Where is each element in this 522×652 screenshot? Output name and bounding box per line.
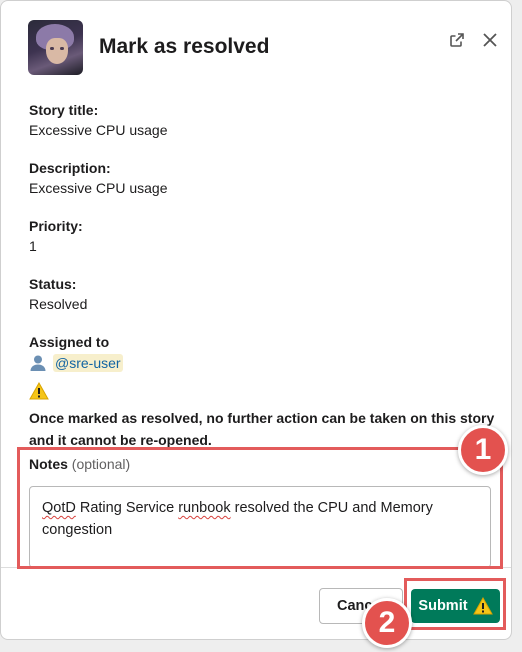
- field-label: Description:: [29, 160, 111, 176]
- story-title-field: Story title: Excessive CPU usage: [29, 101, 491, 140]
- field-value: Excessive CPU usage: [29, 180, 168, 196]
- field-value: Excessive CPU usage: [29, 122, 168, 138]
- app-avatar: [28, 20, 83, 75]
- field-label: Assigned to: [29, 334, 110, 350]
- field-label: Story title:: [29, 102, 99, 118]
- description-field: Description: Excessive CPU usage: [29, 159, 491, 198]
- step-badge-2: 2: [362, 598, 412, 648]
- warning-icon: [29, 381, 49, 400]
- modal-body: Story title: Excessive CPU usage Descrip…: [29, 101, 494, 451]
- field-label: Priority:: [29, 218, 83, 234]
- notes-highlight-box: [17, 447, 503, 569]
- modal-title: Mark as resolved: [99, 35, 270, 58]
- user-icon: [30, 355, 46, 371]
- field-label: Status:: [29, 276, 77, 292]
- open-in-new-icon[interactable]: [447, 30, 467, 50]
- field-value: 1: [29, 238, 37, 254]
- priority-field: Priority: 1: [29, 217, 491, 256]
- step-badge-1: 1: [458, 425, 508, 475]
- user-mention[interactable]: @sre-user: [53, 354, 123, 372]
- warning-section: Once marked as resolved, no further acti…: [29, 381, 494, 451]
- warning-text: Once marked as resolved, no further acti…: [29, 410, 495, 448]
- modal-header: Mark as resolved: [28, 20, 511, 76]
- status-field: Status: Resolved: [29, 275, 491, 314]
- field-value: Resolved: [29, 296, 88, 312]
- close-icon[interactable]: [480, 30, 500, 50]
- submit-highlight-box: [404, 578, 506, 630]
- assigned-to-field: Assigned to @sre-user: [29, 333, 491, 372]
